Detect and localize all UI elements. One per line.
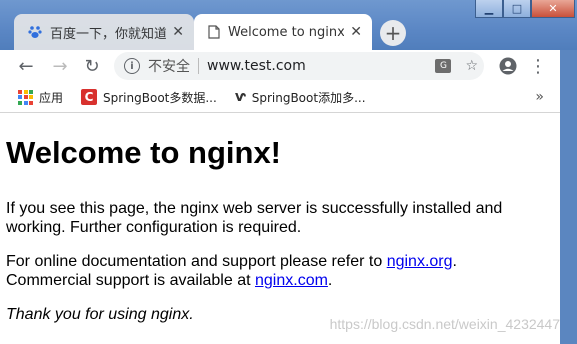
divider xyxy=(198,58,199,74)
new-tab-button[interactable]: + xyxy=(380,20,406,46)
tab-nginx[interactable]: Welcome to nginx! ✕ xyxy=(194,14,372,50)
reload-button[interactable]: ↻ xyxy=(80,54,104,78)
csdn-c-icon: C xyxy=(81,89,98,105)
kebab-menu-icon: ⋮ xyxy=(529,55,547,77)
support-text-end: . xyxy=(327,272,333,289)
translate-icon[interactable]: G xyxy=(435,59,452,73)
security-label: 不安全 xyxy=(148,59,190,75)
reload-icon: ↻ xyxy=(84,55,100,77)
address-bar[interactable]: i 不安全 www.test.com G ☆ xyxy=(114,52,484,80)
bookmark-label: SpringBoot多数据... xyxy=(103,90,217,105)
forward-arrow-icon: → xyxy=(52,55,68,77)
omnibox-actions: G ☆ xyxy=(435,58,478,74)
bookmark-apps[interactable]: 应用 xyxy=(18,89,63,106)
more-bookmarks-icon[interactable]: » xyxy=(535,89,544,105)
browser-toolbar: ← → ↻ i 不安全 www.test.com G ☆ ⋮ xyxy=(0,50,560,83)
install-paragraph: If you see this page, the nginx web serv… xyxy=(6,200,503,236)
docs-text: For online documentation and support ple… xyxy=(6,253,387,270)
docs-paragraph: For online documentation and support ple… xyxy=(6,252,551,290)
desktop-edge xyxy=(560,50,577,344)
docs-text-end: . xyxy=(452,253,457,270)
tab-title: 百度一下，你就知道 xyxy=(50,26,167,42)
v-logo-icon: ⱱ xyxy=(234,89,246,105)
bookmark-label: 应用 xyxy=(39,90,64,105)
page-icon xyxy=(208,25,220,39)
baidu-paw-icon xyxy=(28,26,42,38)
tab-title: Welcome to nginx! xyxy=(228,24,345,40)
close-tab-icon[interactable]: ✕ xyxy=(172,24,184,40)
nginx-org-link[interactable]: nginx.org xyxy=(387,253,453,270)
page-heading: Welcome to nginx! xyxy=(6,135,282,170)
star-icon[interactable]: ☆ xyxy=(465,58,478,74)
watermark-text: https://blog.csdn.net/weixin_4232447 xyxy=(329,316,560,332)
bookmark-label: SpringBoot添加多... xyxy=(251,90,366,105)
info-icon[interactable]: i xyxy=(124,58,140,74)
bookmark-springboot-2[interactable]: ⱱ SpringBoot添加多... xyxy=(235,89,366,106)
page-content: Welcome to nginx! If you see this page, … xyxy=(0,113,560,344)
bookmarks-bar: 应用 C SpringBoot多数据... ⱱ SpringBoot添加多...… xyxy=(0,82,560,113)
profile-button[interactable] xyxy=(496,54,520,78)
tab-baidu[interactable]: 百度一下，你就知道 ✕ xyxy=(14,14,194,50)
back-button[interactable]: ← xyxy=(14,54,38,78)
close-tab-icon[interactable]: ✕ xyxy=(350,24,362,40)
tab-strip: 百度一下，你就知道 ✕ Welcome to nginx! ✕ + xyxy=(0,10,577,50)
menu-button[interactable]: ⋮ xyxy=(526,54,550,78)
apps-grid-icon xyxy=(18,89,33,105)
support-text: Commercial support is available at xyxy=(6,272,255,289)
forward-button[interactable]: → xyxy=(48,54,72,78)
url-text[interactable]: www.test.com xyxy=(207,58,306,74)
nginx-com-link[interactable]: nginx.com xyxy=(255,272,328,289)
back-arrow-icon: ← xyxy=(18,55,34,77)
account-icon xyxy=(499,57,517,75)
bookmark-springboot-1[interactable]: C SpringBoot多数据... xyxy=(81,89,217,106)
